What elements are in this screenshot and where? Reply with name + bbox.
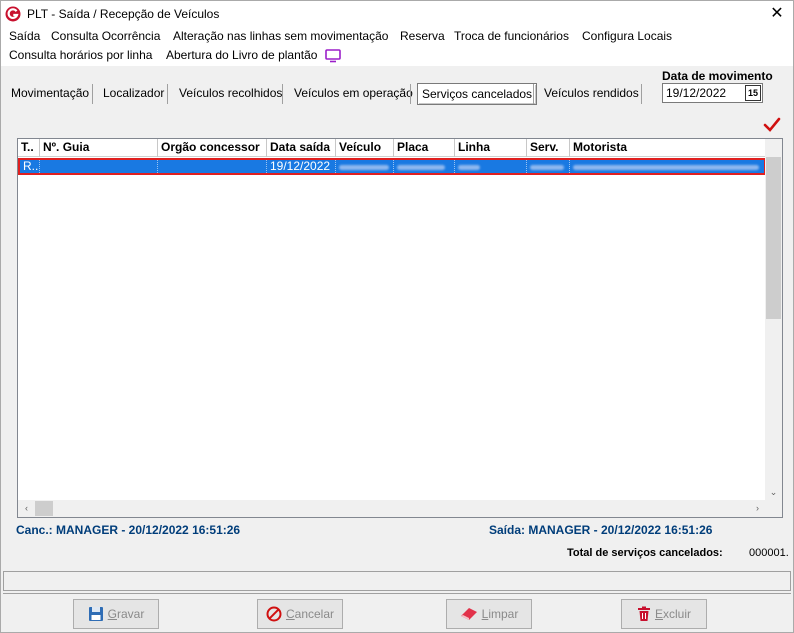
- tab-divider: [167, 84, 168, 104]
- tab-servicos-cancelados[interactable]: Serviços cancelados: [417, 83, 538, 105]
- trash-icon: [637, 606, 650, 621]
- cancel-button[interactable]: Cancelar: [257, 599, 343, 629]
- monitor-icon[interactable]: [325, 49, 341, 63]
- table-row[interactable]: R... 19/12/2022: [18, 158, 766, 175]
- tab-veiculos-rendidos[interactable]: Veículos rendidos: [540, 83, 643, 105]
- menu-abertura-livro[interactable]: Abertura do Livro de plantão: [166, 48, 317, 62]
- col-header-placa[interactable]: Placa: [394, 139, 455, 157]
- menu-saida[interactable]: Saída: [9, 29, 40, 43]
- services-grid[interactable]: T.. Nº. Guia Orgão concessor Data saída …: [17, 138, 783, 518]
- col-header-tipo[interactable]: T..: [18, 139, 40, 157]
- menu-consulta-horarios[interactable]: Consulta horários por linha: [9, 48, 152, 62]
- vertical-scrollbar[interactable]: ⌄: [765, 139, 782, 501]
- date-label: Data de movimento: [662, 69, 773, 83]
- eraser-icon: [460, 608, 477, 620]
- menu-alteracao-linhas[interactable]: Alteração nas linhas sem movimentação: [173, 29, 388, 43]
- scroll-up-icon[interactable]: [765, 139, 782, 156]
- cell-orgao: [158, 160, 267, 173]
- scroll-down-icon[interactable]: ⌄: [765, 484, 782, 501]
- horizontal-scroll-thumb[interactable]: [35, 501, 53, 516]
- col-header-motorista[interactable]: Motorista: [570, 139, 766, 157]
- scroll-left-icon[interactable]: ‹: [18, 500, 35, 517]
- delete-accel: E: [654, 607, 663, 621]
- tab-divider: [533, 84, 534, 104]
- col-header-serv[interactable]: Serv.: [527, 139, 570, 157]
- total-cancelled-label: Total de serviços cancelados:: [567, 547, 723, 559]
- tab-movimentacao[interactable]: Movimentação: [7, 83, 93, 105]
- save-button[interactable]: Gravar: [73, 599, 159, 629]
- tab-divider: [410, 84, 411, 104]
- horizontal-scrollbar[interactable]: ‹ ›: [18, 500, 766, 517]
- delete-label: xcluir: [663, 607, 692, 621]
- col-header-orgao[interactable]: Orgão concessor: [158, 139, 267, 157]
- cancel-label: ancelar: [294, 607, 335, 621]
- clear-button[interactable]: Limpar: [446, 599, 532, 629]
- window-title: PLT - Saída / Recepção de Veículos: [27, 7, 220, 21]
- cancel-icon: [266, 606, 282, 622]
- menu-reserva[interactable]: Reserva: [400, 29, 445, 43]
- menu-bar: Saída Consulta Ocorrência Alteração nas …: [1, 27, 793, 47]
- cell-motorista-redacted: [570, 160, 764, 173]
- title-bar: PLT - Saída / Recepção de Veículos ✕: [1, 1, 793, 27]
- cancel-accel: C: [285, 607, 295, 621]
- close-button[interactable]: ✕: [761, 1, 793, 27]
- menu-consulta-ocorrencia[interactable]: Consulta Ocorrência: [51, 29, 160, 43]
- col-header-data-saida[interactable]: Data saída: [267, 139, 336, 157]
- tab-divider: [282, 84, 283, 104]
- col-header-guia[interactable]: Nº. Guia: [40, 139, 158, 157]
- saida-info: Saída: MANAGER - 20/12/2022 16:51:26: [489, 523, 713, 537]
- cell-tipo: R...: [20, 160, 40, 173]
- cell-linha-redacted: [455, 160, 527, 173]
- save-label: ravar: [117, 607, 145, 621]
- main-window: PLT - Saída / Recepção de Veículos ✕ Saí…: [0, 0, 794, 633]
- button-bar: Gravar Cancelar Limpar Excluir: [3, 593, 791, 631]
- grid-header: T.. Nº. Guia Orgão concessor Data saída …: [18, 139, 766, 157]
- scroll-right-icon[interactable]: ›: [749, 500, 766, 517]
- app-logo-icon: [5, 6, 21, 22]
- date-field[interactable]: 19/12/2022 15: [662, 83, 763, 103]
- tab-veiculos-em-operacao[interactable]: Veículos em operação: [290, 83, 417, 105]
- cancel-info: Canc.: MANAGER - 20/12/2022 16:51:26: [16, 523, 241, 537]
- cell-serv-redacted: [527, 160, 570, 173]
- tab-divider: [92, 84, 93, 104]
- col-header-veiculo[interactable]: Veículo: [336, 139, 394, 157]
- tab-strip: Movimentação Localizador Veículos recolh…: [1, 66, 793, 112]
- status-bar: [3, 571, 791, 591]
- clear-label: impar: [488, 607, 519, 621]
- tab-veiculos-recolhidos[interactable]: Veículos recolhidos: [175, 83, 286, 105]
- cell-data-saida: 19/12/2022: [267, 160, 336, 173]
- menu-configura-locais[interactable]: Configura Locais: [582, 29, 672, 43]
- tab-localizador[interactable]: Localizador: [99, 83, 168, 105]
- cell-placa-redacted: [394, 160, 455, 173]
- date-value: 19/12/2022: [666, 86, 727, 100]
- scroll-corner: [765, 500, 782, 517]
- checkmark-icon[interactable]: [763, 117, 781, 133]
- menu-bar-row2: Consulta horários por linha Abertura do …: [1, 46, 793, 66]
- cell-veiculo-redacted: [336, 160, 394, 173]
- vertical-scroll-thumb[interactable]: [766, 157, 781, 319]
- calendar-icon[interactable]: 15: [745, 85, 761, 101]
- floppy-disk-icon: [88, 607, 103, 621]
- col-header-linha[interactable]: Linha: [455, 139, 527, 157]
- cell-guia: [40, 160, 158, 173]
- delete-button[interactable]: Excluir: [621, 599, 707, 629]
- tab-divider: [641, 84, 642, 104]
- menu-troca-funcionarios[interactable]: Troca de funcionários: [454, 29, 569, 43]
- total-cancelled-value: 000001.: [749, 547, 789, 559]
- save-accel: G: [107, 607, 117, 621]
